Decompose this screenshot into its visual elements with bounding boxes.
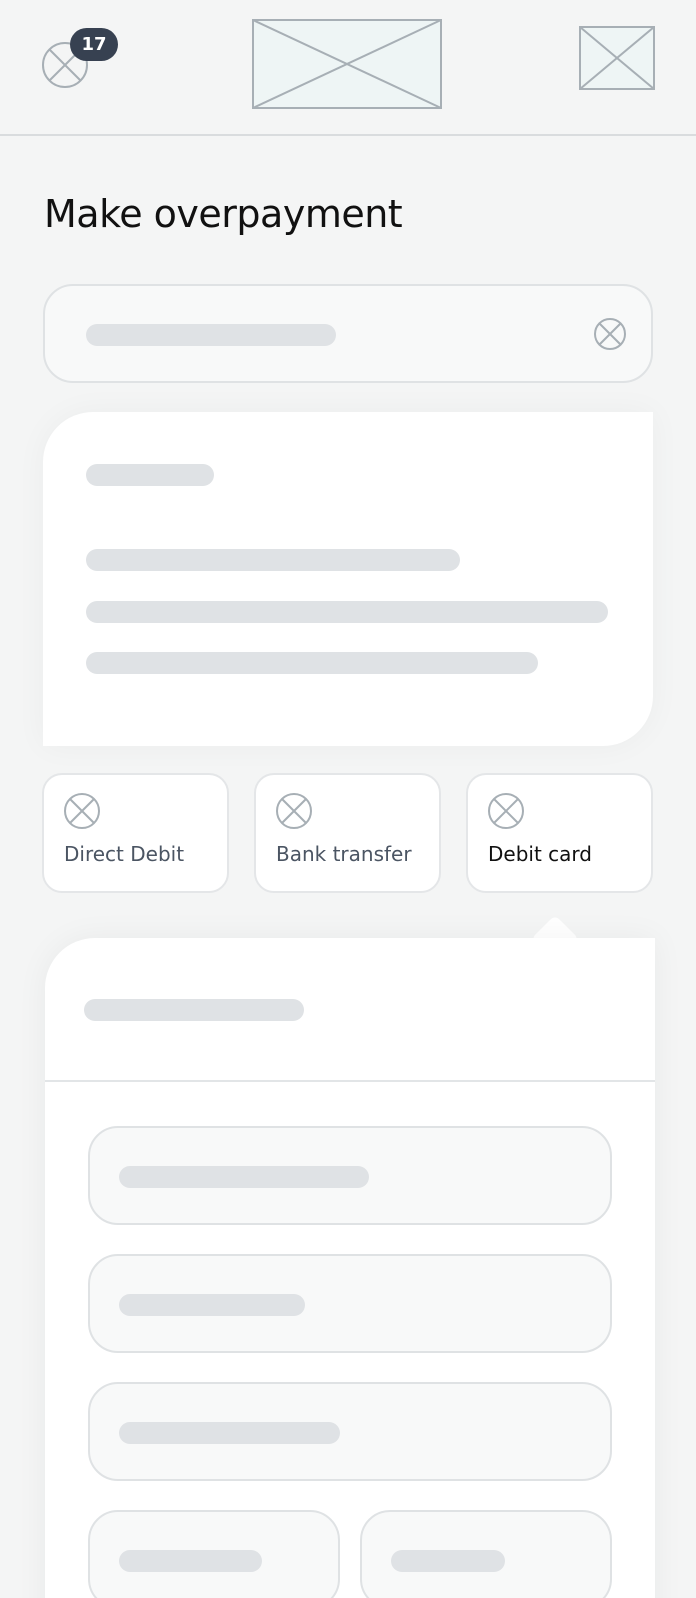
skeleton-text bbox=[119, 1550, 262, 1572]
form-field-half[interactable] bbox=[360, 1510, 612, 1598]
divider bbox=[45, 1080, 655, 1082]
close-circle-icon bbox=[488, 793, 524, 829]
skeleton-line bbox=[86, 601, 608, 623]
clear-icon[interactable] bbox=[593, 317, 627, 351]
form-field[interactable] bbox=[88, 1382, 612, 1481]
logo-placeholder-image[interactable] bbox=[252, 19, 442, 109]
skeleton-text bbox=[119, 1166, 369, 1188]
payment-method-debit-card[interactable]: Debit card bbox=[466, 773, 653, 893]
skeleton-text bbox=[119, 1422, 340, 1444]
skeleton-text bbox=[119, 1294, 305, 1316]
account-select-field[interactable] bbox=[43, 284, 653, 383]
skeleton-heading bbox=[84, 999, 304, 1021]
page: 17 Make overpayment Direct Debit Bank tr… bbox=[0, 0, 696, 1598]
debit-card-form bbox=[45, 938, 655, 1598]
menu-placeholder-image[interactable] bbox=[579, 26, 655, 90]
close-circle-icon bbox=[64, 793, 100, 829]
skeleton-text bbox=[391, 1550, 505, 1572]
tab-label: Direct Debit bbox=[64, 842, 185, 866]
close-circle-icon bbox=[276, 793, 312, 829]
form-field[interactable] bbox=[88, 1126, 612, 1225]
payment-method-direct-debit[interactable]: Direct Debit bbox=[42, 773, 229, 893]
skeleton-heading bbox=[86, 464, 214, 486]
page-title: Make overpayment bbox=[44, 192, 403, 236]
payment-method-bank-transfer[interactable]: Bank transfer bbox=[254, 773, 441, 893]
form-field[interactable] bbox=[88, 1254, 612, 1353]
notification-badge: 17 bbox=[70, 28, 118, 61]
skeleton-text bbox=[86, 324, 336, 346]
app-header: 17 bbox=[0, 0, 696, 136]
info-card bbox=[43, 412, 653, 746]
form-field-half[interactable] bbox=[88, 1510, 340, 1598]
skeleton-line bbox=[86, 549, 460, 571]
tab-label: Debit card bbox=[488, 842, 592, 866]
skeleton-line bbox=[86, 652, 538, 674]
tab-label: Bank transfer bbox=[276, 842, 412, 866]
